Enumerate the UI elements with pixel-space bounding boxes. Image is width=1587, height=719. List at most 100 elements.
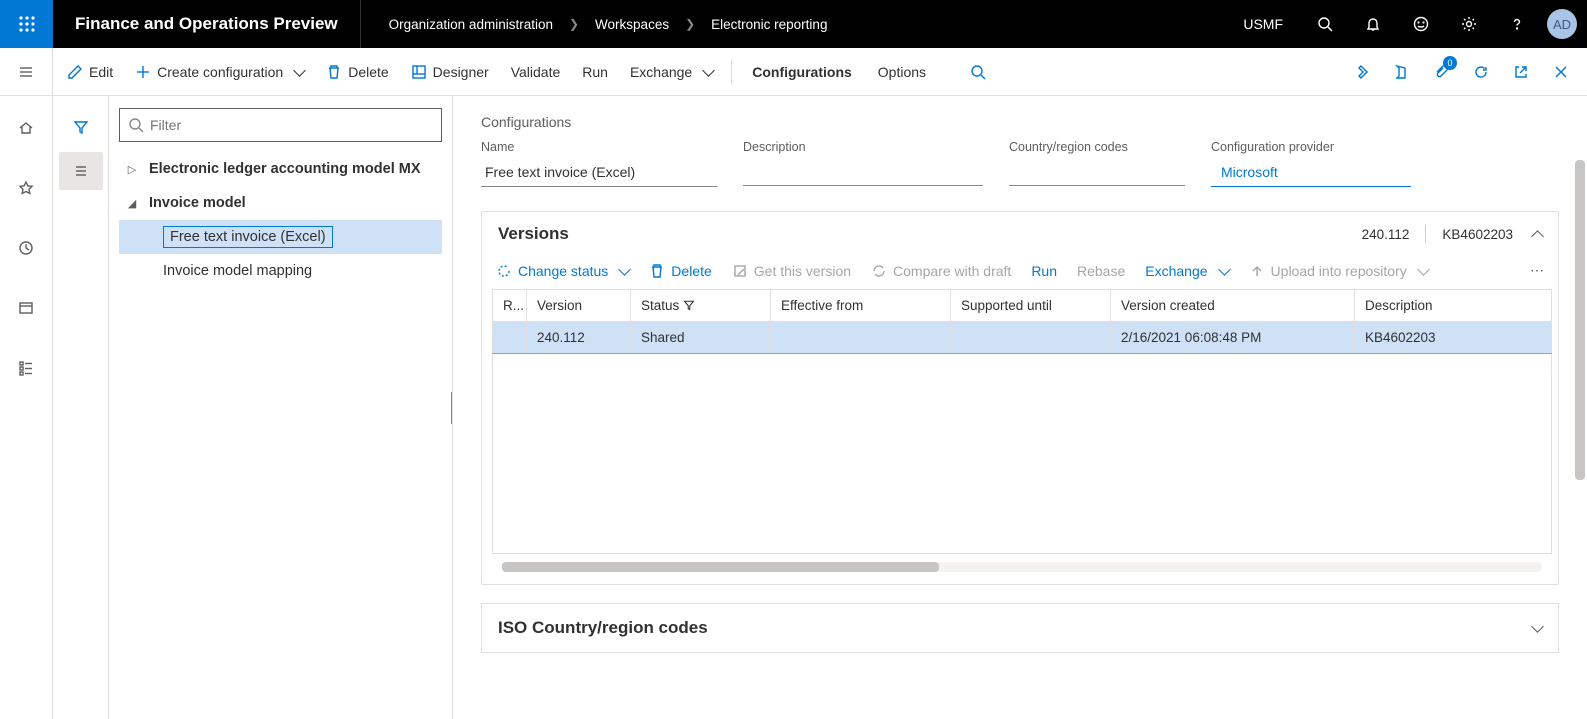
col-supported[interactable]: Supported until <box>951 290 1111 322</box>
hamburger-icon <box>18 64 34 80</box>
list-pane-button[interactable] <box>59 152 103 190</box>
close-button[interactable] <box>1541 48 1581 96</box>
tree-item-label: Electronic ledger accounting model MX <box>141 161 421 177</box>
table-row[interactable]: 240.112 Shared 2/16/2021 06:08:48 PM KB4… <box>493 322 1552 354</box>
avatar[interactable]: AD <box>1547 9 1577 39</box>
col-status[interactable]: Status <box>631 290 771 322</box>
tree-item[interactable]: Invoice model mapping <box>119 254 442 288</box>
compare-button: Compare with draft <box>871 263 1011 279</box>
filter-pane-button[interactable] <box>59 108 103 146</box>
cell-version: 240.112 <box>527 322 631 354</box>
run-button[interactable]: Run <box>572 48 618 96</box>
tree-item-label: Invoice model <box>141 195 246 211</box>
search-icon <box>970 64 986 80</box>
more-button[interactable]: ⋯ <box>1530 262 1544 279</box>
help-button[interactable] <box>1493 0 1541 48</box>
find-button[interactable] <box>940 48 996 96</box>
smiley-icon <box>1413 16 1429 32</box>
search-button[interactable] <box>1301 0 1349 48</box>
breadcrumb-item[interactable]: Organization administration <box>389 17 553 32</box>
description-field[interactable] <box>743 160 983 186</box>
version-delete-button[interactable]: Delete <box>649 263 711 279</box>
popout-button[interactable] <box>1501 48 1541 96</box>
caret-right-icon[interactable]: ▷ <box>123 163 141 176</box>
cell-supported <box>951 322 1111 354</box>
horizontal-scrollbar[interactable] <box>502 562 1542 572</box>
exchange-button[interactable]: Exchange <box>620 48 723 96</box>
tree-item[interactable]: ▷Electronic ledger accounting model MX <box>119 152 442 186</box>
home-button[interactable] <box>0 112 53 144</box>
separator <box>731 59 732 85</box>
popout-icon <box>1513 64 1529 80</box>
diamond-button[interactable] <box>1341 48 1381 96</box>
upload-repository-button: Upload into repository <box>1249 263 1428 279</box>
col-r[interactable]: R... <box>493 290 527 322</box>
versions-grid: R... Version Status Effective from Suppo… <box>482 289 1558 584</box>
modules-button[interactable] <box>0 352 53 384</box>
get-version-button: Get this version <box>732 263 851 279</box>
favorites-button[interactable] <box>0 172 53 204</box>
detail-panel: Configurations NameFree text invoice (Ex… <box>453 96 1587 719</box>
grid-empty-space <box>492 354 1552 554</box>
cell-effective <box>771 322 951 354</box>
app-launcher-button[interactable] <box>0 0 53 48</box>
action-bar-right: 0 <box>1341 48 1587 96</box>
vertical-scrollbar[interactable] <box>1575 160 1585 480</box>
close-icon <box>1553 64 1569 80</box>
settings-button[interactable] <box>1445 0 1493 48</box>
download-icon <box>732 263 748 279</box>
notifications-button[interactable] <box>1349 0 1397 48</box>
provider-link[interactable]: Microsoft <box>1211 160 1411 187</box>
tab-configurations[interactable]: Configurations <box>740 48 864 96</box>
version-run-button[interactable]: Run <box>1031 263 1057 279</box>
recent-button[interactable] <box>0 232 53 264</box>
tab-options[interactable]: Options <box>866 48 938 96</box>
designer-button[interactable]: Designer <box>401 48 499 96</box>
top-bar: Finance and Operations Preview Organizat… <box>0 0 1587 48</box>
trash-icon <box>649 263 665 279</box>
tree-item[interactable]: ◢Invoice model <box>119 186 442 220</box>
refresh-button[interactable] <box>1461 48 1501 96</box>
search-icon <box>128 117 144 133</box>
filter-field[interactable] <box>150 117 433 133</box>
versions-header[interactable]: Versions 240.112 KB4602203 <box>482 212 1558 256</box>
edit-button[interactable]: Edit <box>57 48 123 96</box>
designer-label: Designer <box>433 64 489 80</box>
tree-item-selected[interactable]: Free text invoice (Excel) <box>119 220 442 254</box>
versions-toolbar: Change status Delete Get this version Co… <box>482 256 1558 289</box>
create-configuration-button[interactable]: Create configuration <box>125 48 314 96</box>
office-button[interactable] <box>1381 48 1421 96</box>
workspaces-button[interactable] <box>0 292 53 324</box>
col-created[interactable]: Version created <box>1111 290 1355 322</box>
run-label: Run <box>582 64 608 80</box>
tree-item-label: Invoice model mapping <box>163 263 312 279</box>
version-exchange-button[interactable]: Exchange <box>1145 263 1228 279</box>
diamond-icon <box>1353 64 1369 80</box>
company-code[interactable]: USMF <box>1225 16 1301 32</box>
trash-icon <box>326 64 342 80</box>
codes-field[interactable] <box>1009 160 1185 186</box>
col-version[interactable]: Version <box>527 290 631 322</box>
attachments-button[interactable]: 0 <box>1421 48 1461 96</box>
waffle-icon <box>18 15 36 33</box>
col-effective[interactable]: Effective from <box>771 290 951 322</box>
validate-button[interactable]: Validate <box>501 48 571 96</box>
pencil-icon <box>67 64 83 80</box>
home-icon <box>18 120 34 136</box>
cell-r <box>493 322 527 354</box>
breadcrumb-item[interactable]: Workspaces <box>595 17 669 32</box>
tree-filter-input[interactable] <box>119 108 442 142</box>
nav-rail <box>0 96 53 719</box>
chevron-down-icon <box>289 64 304 80</box>
feedback-button[interactable] <box>1397 0 1445 48</box>
change-status-button[interactable]: Change status <box>496 263 629 279</box>
nav-toggle-button[interactable] <box>0 48 53 96</box>
topbar-right: USMF AD <box>1225 0 1587 48</box>
name-field[interactable]: Free text invoice (Excel) <box>481 160 717 187</box>
delete-button[interactable]: Delete <box>316 48 398 96</box>
caret-down-icon[interactable]: ◢ <box>123 197 141 210</box>
chevron-down-icon <box>614 263 629 279</box>
col-description[interactable]: Description <box>1355 290 1552 322</box>
breadcrumb-item[interactable]: Electronic reporting <box>711 17 827 32</box>
iso-codes-section[interactable]: ISO Country/region codes <box>481 603 1559 653</box>
